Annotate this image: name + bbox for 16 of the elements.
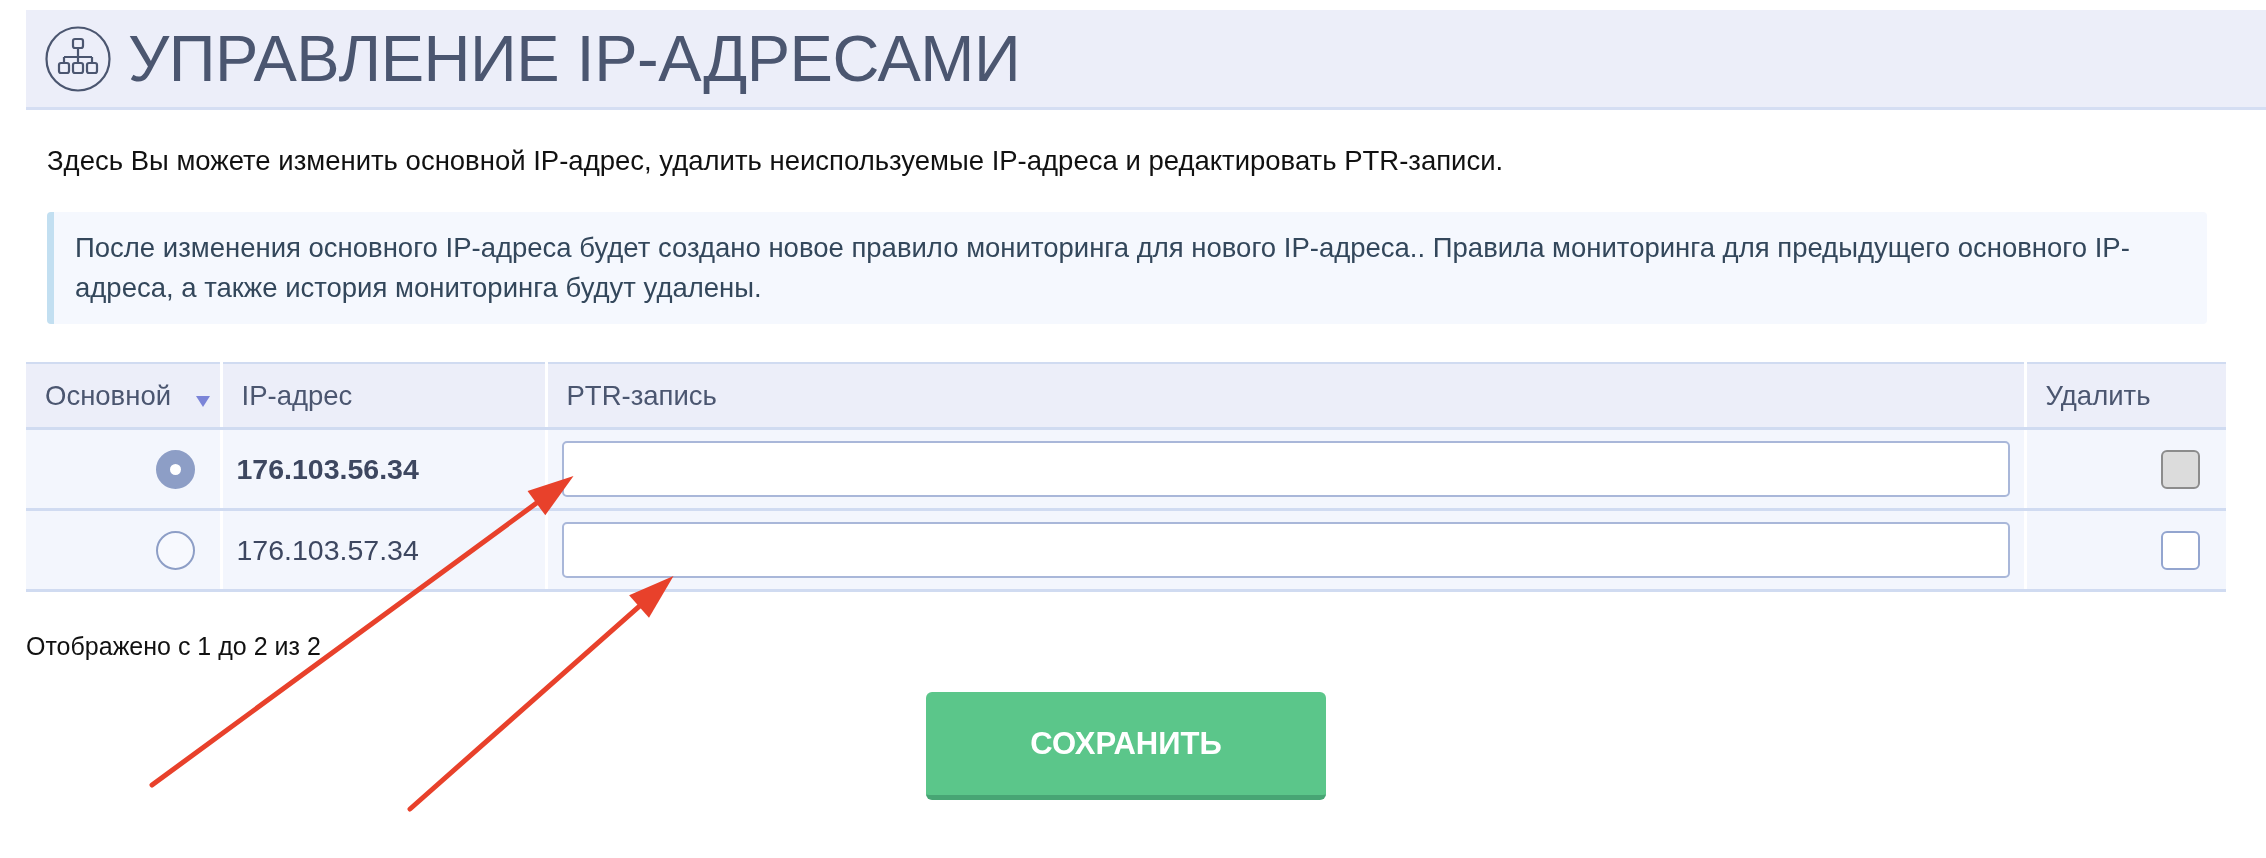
column-header: Удалить [2045,379,2151,412]
ptr-input-field[interactable] [561,441,2010,497]
delete-checkbox[interactable] [2161,530,2200,570]
sort-icon[interactable] [195,396,210,407]
hierarchy-icon [45,25,111,92]
radio-button[interactable] [155,530,195,570]
ptr-input-field[interactable] [561,522,2010,578]
info-notice: После изменения основного IP-адреса будет создано новое правило мониторинга для нового IP-адреса.. Правила мониторинга для предыдущего основного IP-адреса, а также история мониторинга будут удалены. [47,212,2207,324]
column-header: PTR-запись [566,379,717,412]
table-cell: 176.103.57.34 [221,509,546,591]
column-header: IP-адрес [241,379,353,412]
pagination-info: Отображено с 1 до 2 из 2 [26,631,321,662]
radio-button[interactable] [155,449,195,489]
column-header[interactable]: Основной [45,379,172,412]
page-title: УПРАВЛЕНИЕ IP-АДРЕСАМИ [128,22,1021,95]
description-text: Здесь Вы можете изменить основной IP-адрес, удалить неиспользуемые IP-адреса и редактировать PTR-записи. [47,145,1505,177]
